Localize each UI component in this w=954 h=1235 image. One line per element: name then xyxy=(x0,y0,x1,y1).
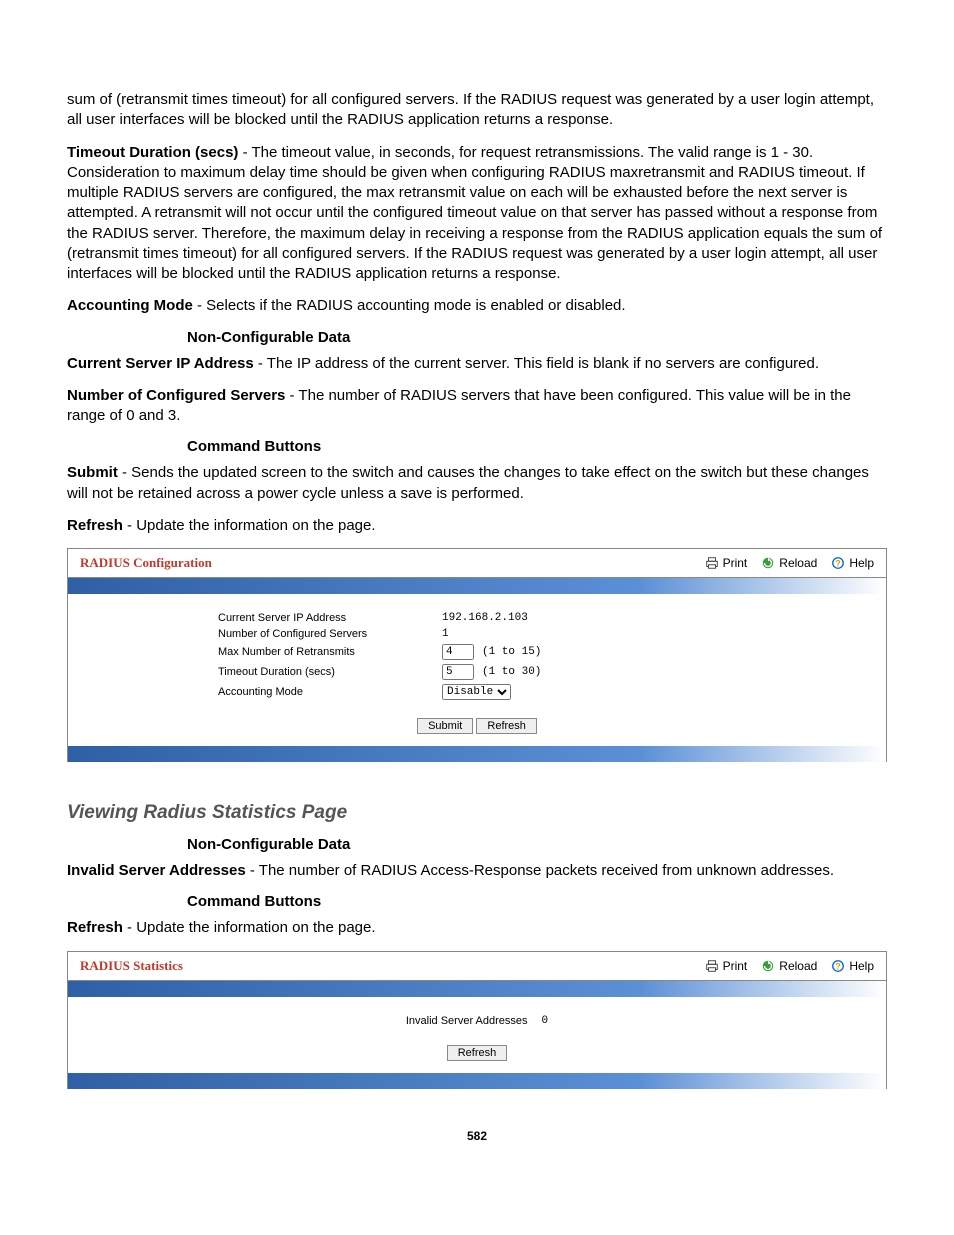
intro-continuation: sum of (retransmit times timeout) for al… xyxy=(67,90,887,131)
num-srv-value: 1 xyxy=(442,628,672,640)
cur-ip-label: Current Server IP Address xyxy=(98,612,428,624)
stats-refresh-button[interactable]: Refresh xyxy=(447,1045,508,1061)
row-max-retransmits: Max Number of Retransmits (1 to 15) xyxy=(98,644,856,660)
invalid-addr-desc: Invalid Server Addresses - The number of… xyxy=(67,861,887,881)
timeout-label: Timeout Duration (secs) xyxy=(67,144,238,161)
svg-text:?: ? xyxy=(836,559,841,569)
reload-label: Reload xyxy=(779,556,817,570)
noncfg-heading: Non-Configurable Data xyxy=(187,329,887,346)
print-label: Print xyxy=(723,556,748,570)
stats-button-row: Refresh xyxy=(98,1031,856,1061)
button-row: Submit Refresh xyxy=(98,704,856,734)
invalid-addr-label: Invalid Server Addresses xyxy=(67,862,246,879)
help-button[interactable]: ? Help xyxy=(831,556,874,570)
stats-row-invalid: Invalid Server Addresses 0 xyxy=(98,1015,856,1027)
panel-actions: Print Reload ? Help xyxy=(705,556,874,570)
print-icon xyxy=(705,556,719,570)
panel-header: RADIUS Configuration Print Reload ? xyxy=(68,549,886,578)
help-icon: ? xyxy=(831,959,845,973)
timeout-desc: Timeout Duration (secs) - The timeout va… xyxy=(67,143,887,285)
radius-config-panel: RADIUS Configuration Print Reload ? xyxy=(67,548,887,762)
row-timeout: Timeout Duration (secs) (1 to 30) xyxy=(98,664,856,680)
timeout-text: - The timeout value, in seconds, for req… xyxy=(67,144,882,283)
accounting-desc: Accounting Mode - Selects if the RADIUS … xyxy=(67,296,887,316)
stats-refresh-desc: Refresh - Update the information on the … xyxy=(67,918,887,938)
numsrv-desc: Number of Configured Servers - The numbe… xyxy=(67,386,887,427)
refresh-text: - Update the information on the page. xyxy=(123,517,376,534)
cur-ip-value: 192.168.2.103 xyxy=(442,612,672,624)
stats-print-label: Print xyxy=(723,959,748,973)
stats-noncfg-heading: Non-Configurable Data xyxy=(187,836,887,853)
stats-panel-body: Invalid Server Addresses 0 Refresh xyxy=(68,997,886,1073)
blue-bar-bottom xyxy=(68,746,886,762)
max-retrans-hint: (1 to 15) xyxy=(482,646,541,658)
page-number: 582 xyxy=(67,1129,887,1143)
help-icon: ? xyxy=(831,556,845,570)
stats-help-label: Help xyxy=(849,959,874,973)
stats-help-button[interactable]: ? Help xyxy=(831,959,874,973)
stats-invalid-label: Invalid Server Addresses xyxy=(406,1015,528,1027)
num-srv-label: Number of Configured Servers xyxy=(98,628,428,640)
stats-panel-header: RADIUS Statistics Print Reload ? xyxy=(68,952,886,981)
submit-label: Submit xyxy=(67,464,118,481)
invalid-addr-text: - The number of RADIUS Access-Response p… xyxy=(246,862,834,879)
accounting-select[interactable]: Disable xyxy=(442,684,511,700)
reload-icon xyxy=(761,556,775,570)
refresh-desc: Refresh - Update the information on the … xyxy=(67,516,887,536)
row-num-servers: Number of Configured Servers 1 xyxy=(98,628,856,640)
stats-panel-actions: Print Reload ? Help xyxy=(705,959,874,973)
timeout-hint: (1 to 30) xyxy=(482,666,541,678)
max-retrans-input[interactable] xyxy=(442,644,474,660)
stats-print-button[interactable]: Print xyxy=(705,959,748,973)
panel-title: RADIUS Configuration xyxy=(80,555,212,571)
help-label: Help xyxy=(849,556,874,570)
radius-stats-panel: RADIUS Statistics Print Reload ? xyxy=(67,951,887,1089)
timeout-label-panel: Timeout Duration (secs) xyxy=(98,666,428,678)
curip-desc: Current Server IP Address - The IP addre… xyxy=(67,354,887,374)
cmd-heading: Command Buttons xyxy=(187,438,887,455)
acct-text: - Selects if the RADIUS accounting mode … xyxy=(193,297,626,314)
row-current-ip: Current Server IP Address 192.168.2.103 xyxy=(98,612,856,624)
reload-button[interactable]: Reload xyxy=(761,556,817,570)
curip-text: - The IP address of the current server. … xyxy=(254,355,819,372)
stats-cmd-heading: Command Buttons xyxy=(187,893,887,910)
max-retrans-label: Max Number of Retransmits xyxy=(98,646,428,658)
curip-label: Current Server IP Address xyxy=(67,355,254,372)
stats-page-heading: Viewing Radius Statistics Page xyxy=(67,802,887,824)
stats-reload-button[interactable]: Reload xyxy=(761,959,817,973)
stats-blue-bar-top xyxy=(68,981,886,997)
refresh-label: Refresh xyxy=(67,517,123,534)
submit-button[interactable]: Submit xyxy=(417,718,473,734)
stats-panel-title: RADIUS Statistics xyxy=(80,958,183,974)
acct-label-panel: Accounting Mode xyxy=(98,686,428,698)
stats-invalid-value: 0 xyxy=(542,1015,549,1027)
submit-desc: Submit - Sends the updated screen to the… xyxy=(67,463,887,504)
timeout-input[interactable] xyxy=(442,664,474,680)
print-button[interactable]: Print xyxy=(705,556,748,570)
blue-bar-top xyxy=(68,578,886,594)
refresh-button[interactable]: Refresh xyxy=(476,718,537,734)
row-accounting: Accounting Mode Disable xyxy=(98,684,856,700)
stats-refresh-text: - Update the information on the page. xyxy=(123,919,376,936)
reload-icon xyxy=(761,959,775,973)
stats-refresh-label: Refresh xyxy=(67,919,123,936)
submit-text: - Sends the updated screen to the switch… xyxy=(67,464,869,501)
numsrv-label: Number of Configured Servers xyxy=(67,387,285,404)
stats-reload-label: Reload xyxy=(779,959,817,973)
acct-label: Accounting Mode xyxy=(67,297,193,314)
panel-body: Current Server IP Address 192.168.2.103 … xyxy=(68,594,886,746)
svg-text:?: ? xyxy=(836,961,841,971)
print-icon xyxy=(705,959,719,973)
stats-blue-bar-bottom xyxy=(68,1073,886,1089)
